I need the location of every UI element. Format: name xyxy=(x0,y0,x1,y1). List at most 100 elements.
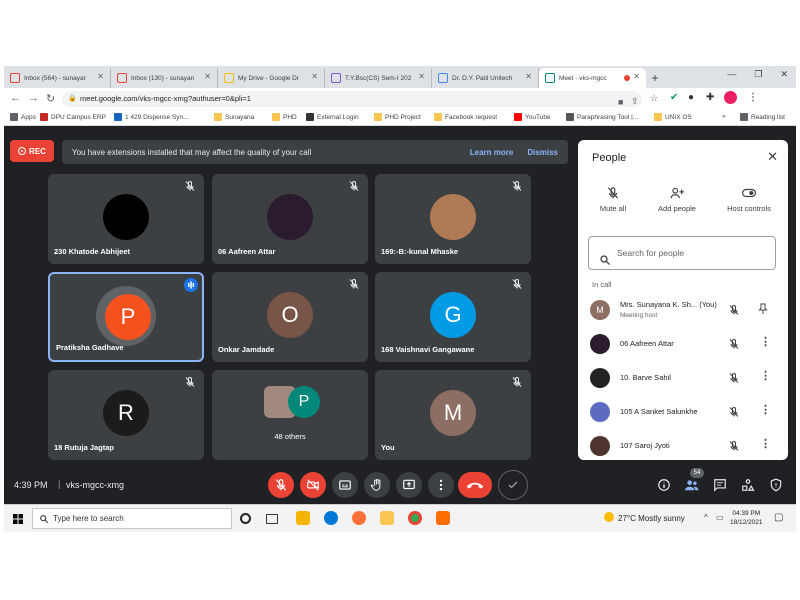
chrome-icon[interactable] xyxy=(408,511,422,525)
firefox-icon[interactable] xyxy=(352,511,366,525)
participant-tile[interactable]: G 168 Vaishnavi Gangawane xyxy=(375,272,531,362)
close-tab-icon[interactable]: ✕ xyxy=(204,72,211,81)
file-explorer-icon[interactable] xyxy=(380,511,394,525)
participant-tile[interactable]: R 18 Rutuja Jagtap xyxy=(48,370,204,460)
participant-tile[interactable]: 230 Khatode Abhijeet xyxy=(48,174,204,264)
pin-icon[interactable] xyxy=(758,302,768,314)
participant-list-item[interactable]: 10. Barve Sahil ⋮ xyxy=(578,362,788,394)
weather-sun-icon[interactable] xyxy=(604,512,614,522)
mic-off-icon[interactable] xyxy=(728,405,740,417)
host-controls-button[interactable]: Host controls xyxy=(714,186,784,213)
task-view-icon[interactable] xyxy=(266,514,278,524)
participant-tile[interactable]: P 48 others xyxy=(212,370,368,460)
participant-list-item[interactable]: 105 A Sanket Salunkhe ⋮ xyxy=(578,396,788,428)
activities-button[interactable] xyxy=(738,475,758,495)
present-screen-button[interactable] xyxy=(396,472,422,498)
host-safety-button[interactable] xyxy=(766,475,786,495)
bookmark-item[interactable]: 1 429 Dispense Syn... xyxy=(114,113,189,121)
url-bar[interactable]: 🔒 meet.google.com/vks-mgcc-xmg?authuser=… xyxy=(62,91,642,107)
microphone-toggle-button[interactable] xyxy=(268,472,294,498)
bookmarks-overflow-button[interactable]: » xyxy=(722,113,726,120)
close-tab-icon[interactable]: ✕ xyxy=(525,72,532,81)
participant-tile[interactable]: M You xyxy=(375,370,531,460)
bookmark-item[interactable]: UNIX OS xyxy=(654,113,692,121)
participant-tile[interactable]: P Pratiksha Gadhave xyxy=(48,272,204,362)
more-options-icon[interactable]: ⋮ xyxy=(760,437,771,450)
dismiss-link[interactable]: Dismiss xyxy=(527,148,558,157)
browser-tab[interactable]: Inbox (564) - sunayar ✕ xyxy=(4,68,111,88)
notification-icon[interactable]: ▢ xyxy=(774,512,783,523)
participant-tile[interactable]: 06 Aafreen Attar xyxy=(212,174,368,264)
weather-text[interactable]: 27°C Mostly sunny xyxy=(618,514,685,523)
camera-icon[interactable]: ■ xyxy=(618,94,623,110)
bookmark-item[interactable]: YouTube xyxy=(514,113,551,121)
close-tab-icon[interactable]: ✕ xyxy=(311,72,318,81)
profile-avatar[interactable] xyxy=(724,91,737,104)
reading-list-button[interactable]: Reading list xyxy=(740,113,785,121)
leave-call-button[interactable] xyxy=(458,472,492,498)
taskbar-search-box[interactable]: Type here to search xyxy=(32,508,232,529)
bookmark-item[interactable]: External Login xyxy=(306,113,359,121)
maximize-icon[interactable]: ❐ xyxy=(754,69,762,80)
bookmark-item[interactable]: Paraphrasing Tool |... xyxy=(566,113,638,121)
extensions-icon[interactable]: ✚ xyxy=(706,92,714,103)
bookmark-item[interactable]: Apps xyxy=(10,113,36,121)
done-check-button[interactable] xyxy=(498,470,528,500)
close-tab-icon[interactable]: ✕ xyxy=(633,72,640,81)
participant-tile[interactable]: 169:-B:-kunal Mhaske xyxy=(375,174,531,264)
taskbar-clock[interactable]: 04:39 PM 18/12/2021 xyxy=(730,509,763,527)
participant-list-item[interactable]: 107 Saroj Jyoti ⋮ xyxy=(578,430,788,460)
new-tab-button[interactable]: + xyxy=(646,68,664,88)
more-options-icon[interactable]: ⋮ xyxy=(760,369,771,382)
browser-tab[interactable]: Inbox (130) - sunayan ✕ xyxy=(111,68,218,88)
meeting-details-button[interactable] xyxy=(654,475,674,495)
chat-button[interactable] xyxy=(710,475,730,495)
bookmark-item[interactable]: Facebook request xyxy=(434,113,497,121)
share-icon[interactable]: ⇪ xyxy=(631,93,639,109)
browser-menu-icon[interactable]: ⋮ xyxy=(748,92,758,103)
bookmark-item[interactable]: PHD Project xyxy=(374,113,421,121)
browser-tab[interactable]: Dr. D.Y. Patil Unitech ✕ xyxy=(432,68,539,88)
cortana-icon[interactable] xyxy=(240,513,251,524)
bookmark-item[interactable]: DPU Campus ERP xyxy=(40,113,106,121)
more-options-icon[interactable]: ⋮ xyxy=(760,335,771,348)
mute-all-button[interactable]: Mute all xyxy=(578,186,648,213)
bookmark-item[interactable]: Sunayana xyxy=(214,113,254,121)
more-options-icon[interactable]: ⋮ xyxy=(760,403,771,416)
check-extension-icon[interactable]: ✔ xyxy=(670,92,678,103)
bookmark-item[interactable]: PHD xyxy=(272,113,297,121)
people-button[interactable] xyxy=(682,475,702,495)
edge-icon[interactable] xyxy=(324,511,338,525)
minimize-icon[interactable]: — xyxy=(727,69,736,80)
mic-off-icon[interactable] xyxy=(728,371,740,383)
close-tab-icon[interactable]: ✕ xyxy=(418,72,425,81)
chevron-up-icon[interactable]: ^ xyxy=(704,513,708,522)
close-window-icon[interactable]: ✕ xyxy=(780,69,788,80)
learn-more-link[interactable]: Learn more xyxy=(470,148,514,157)
recording-indicator[interactable]: REC xyxy=(10,140,54,162)
captions-button[interactable] xyxy=(332,472,358,498)
close-tab-icon[interactable]: ✕ xyxy=(97,72,104,81)
forward-icon[interactable]: → xyxy=(28,92,39,104)
browser-tab[interactable]: Meet - vks-mgcc ✕ xyxy=(539,68,646,88)
mic-off-icon[interactable] xyxy=(728,303,740,315)
people-search-input[interactable]: Search for people xyxy=(588,236,776,270)
camera-toggle-button[interactable] xyxy=(300,472,326,498)
participant-tile[interactable]: O Onkar Jamdade xyxy=(212,272,368,362)
store-icon[interactable] xyxy=(296,511,310,525)
browser-tab[interactable]: T.Y.Bsc(CS) Sem-I 202 ✕ xyxy=(325,68,432,88)
mic-off-icon[interactable] xyxy=(728,439,740,451)
reload-icon[interactable]: ↻ xyxy=(46,92,55,105)
more-options-button[interactable] xyxy=(428,472,454,498)
windows-start-icon[interactable] xyxy=(12,513,24,525)
network-icon[interactable]: ▭ xyxy=(716,513,724,522)
close-icon[interactable]: ✕ xyxy=(767,149,778,165)
browser-tab[interactable]: My Drive - Google Dr ✕ xyxy=(218,68,325,88)
mic-off-icon[interactable] xyxy=(728,337,740,349)
bookmark-star-icon[interactable]: ☆ xyxy=(650,93,658,104)
add-people-button[interactable]: Add people xyxy=(642,186,712,213)
screen-recorder-icon[interactable] xyxy=(436,511,450,525)
participant-list-item[interactable]: 06 Aafreen Attar ⋮ xyxy=(578,328,788,360)
mic-extension-icon[interactable]: ● xyxy=(688,92,694,103)
back-icon[interactable]: ← xyxy=(10,92,21,104)
